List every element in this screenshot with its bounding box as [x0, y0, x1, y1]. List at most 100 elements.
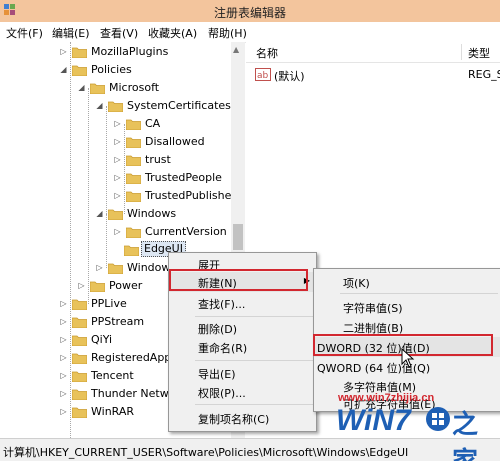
column-divider[interactable] [461, 44, 462, 60]
tree-node-trustedpeople[interactable]: ▷ TrustedPeople [0, 169, 231, 187]
menu-item-label: 导出(E) [198, 368, 236, 381]
expand-arrow-icon[interactable]: ▷ [113, 227, 122, 236]
value-type: REG_S [468, 68, 500, 81]
folder-icon [90, 281, 105, 292]
tree-node-currentversion[interactable]: ▷ CurrentVersion [0, 223, 231, 241]
tree-node-label: CurrentVersion [145, 225, 227, 238]
tree-node-label: PPLive [91, 297, 127, 310]
tree-node-label: PPStream [91, 315, 145, 328]
menu-help[interactable]: 帮助(H) [208, 25, 247, 41]
column-name-header[interactable]: 名称 [256, 45, 278, 61]
svg-text:ab: ab [257, 71, 269, 81]
status-bar: 计算机\HKEY_CURRENT_USER\Software\Policies\… [0, 438, 500, 461]
folder-icon [126, 227, 141, 238]
tree-node-disallowed[interactable]: ▷ Disallowed [0, 133, 231, 151]
expand-arrow-icon[interactable]: ▷ [59, 299, 68, 308]
folder-icon [72, 371, 87, 382]
title-bar[interactable]: 注册表编辑器 [0, 0, 500, 22]
folder-icon [72, 407, 87, 418]
folder-icon [72, 317, 87, 328]
tree-node-mozillaplugins[interactable]: ▷ MozillaPlugins [0, 43, 231, 61]
submenu-item-string-value[interactable]: 字符串值(S) [314, 297, 500, 317]
scroll-up-icon[interactable]: ▲ [233, 45, 239, 54]
tree-node-label: TrustedPeople [145, 171, 222, 184]
string-value-icon: ab [255, 68, 271, 81]
menu-item-delete[interactable]: 删除(D) [169, 318, 316, 338]
expand-arrow-icon[interactable]: ▷ [113, 191, 122, 200]
watermark-url: www.win7zhijia.cn [338, 392, 435, 404]
tree-node-label: Tencent [91, 369, 134, 382]
collapse-arrow-icon[interactable]: ◢ [59, 65, 68, 74]
expand-arrow-icon[interactable]: ▷ [95, 263, 104, 272]
menu-item-find[interactable]: 查找(F)... [169, 293, 316, 313]
submenu-item-key[interactable]: 项(K) [314, 272, 500, 292]
tree-node-windows[interactable]: ◢ Windows [0, 205, 231, 223]
scroll-thumb[interactable] [233, 224, 243, 250]
folder-open-icon [108, 209, 123, 220]
expand-arrow-icon[interactable]: ▷ [59, 317, 68, 326]
folder-icon [72, 299, 87, 310]
menu-item-permissions[interactable]: 权限(P)... [169, 382, 316, 402]
tree-node-trustedpublisher[interactable]: ▷ TrustedPublisher [0, 187, 231, 205]
window-title: 注册表编辑器 [213, 6, 286, 20]
submenu-item-label: 项(K) [343, 277, 370, 290]
expand-arrow-icon[interactable]: ▷ [113, 119, 122, 128]
tree-node-label: SystemCertificates [127, 99, 231, 112]
watermark-brand: WiN7 [336, 404, 411, 437]
tree-node-ca[interactable]: ▷ CA [0, 115, 231, 133]
watermark-suffix: 之家 [452, 410, 479, 461]
expand-arrow-icon[interactable]: ▷ [59, 371, 68, 380]
menu-item-export[interactable]: 导出(E) [169, 363, 316, 383]
submenu-item-label: 字符串值(S) [343, 302, 403, 315]
tree-node-trust[interactable]: ▷ trust [0, 151, 231, 169]
expand-arrow-icon[interactable]: ▷ [77, 281, 86, 290]
folder-icon [126, 119, 141, 130]
folder-icon [126, 155, 141, 166]
folder-icon [108, 263, 123, 274]
expand-arrow-icon[interactable]: ▷ [59, 407, 68, 416]
menu-edit[interactable]: 编辑(E) [52, 25, 90, 41]
folder-icon [126, 173, 141, 184]
tree-node-policies[interactable]: ◢ Policies [0, 61, 231, 79]
column-type-header[interactable]: 类型 [468, 45, 490, 61]
menu-item-rename[interactable]: 重命名(R) [169, 337, 316, 357]
folder-icon [72, 335, 87, 346]
menu-item-label: 复制项名称(C) [198, 413, 270, 426]
expand-arrow-icon[interactable]: ▷ [59, 335, 68, 344]
collapse-arrow-icon[interactable]: ◢ [95, 209, 104, 218]
folder-icon [124, 245, 139, 256]
menu-item-label: 权限(P)... [198, 387, 246, 400]
folder-open-icon [108, 101, 123, 112]
tree-node-label: Windows [127, 207, 177, 220]
menu-view[interactable]: 查看(V) [100, 25, 138, 41]
collapse-arrow-icon[interactable]: ◢ [95, 101, 104, 110]
expand-arrow-icon[interactable]: ▷ [59, 389, 68, 398]
folder-icon [126, 191, 141, 202]
menu-file[interactable]: 文件(F) [6, 25, 43, 41]
folder-open-icon [90, 83, 105, 94]
menu-item-label: 查找(F)... [198, 298, 246, 311]
tree-node-systemcertificates[interactable]: ◢ SystemCertificates [0, 97, 231, 115]
menu-favorites[interactable]: 收藏夹(A) [148, 25, 197, 41]
menu-separator [195, 404, 314, 405]
tree-node-label: TrustedPublisher [145, 189, 232, 202]
list-row[interactable]: ab (默认) REG_S [246, 66, 500, 84]
registry-editor-window: 注册表编辑器 文件(F) 编辑(E) 查看(V) 收藏夹(A) 帮助(H) ▷ … [0, 0, 500, 461]
folder-icon [72, 47, 87, 58]
menu-item-copy-key-name[interactable]: 复制项名称(C) [169, 408, 316, 428]
folder-icon [126, 137, 141, 148]
expand-arrow-icon[interactable]: ▷ [113, 155, 122, 164]
menu-separator [195, 360, 314, 361]
tree-node-label: RegisteredApp [91, 351, 172, 364]
expand-arrow-icon[interactable]: ▷ [113, 173, 122, 182]
folder-icon [72, 389, 87, 400]
expand-arrow-icon[interactable]: ▷ [59, 47, 68, 56]
folder-open-icon [72, 65, 87, 76]
expand-arrow-icon[interactable]: ▷ [59, 353, 68, 362]
highlight-box-new [169, 269, 308, 291]
collapse-arrow-icon[interactable]: ◢ [77, 83, 86, 92]
tree-node-microsoft[interactable]: ◢ Microsoft [0, 79, 231, 97]
expand-arrow-icon[interactable]: ▷ [113, 137, 122, 146]
tree-node-label: Thunder Netwo [91, 387, 176, 400]
tree-node-label: Policies [91, 63, 132, 76]
